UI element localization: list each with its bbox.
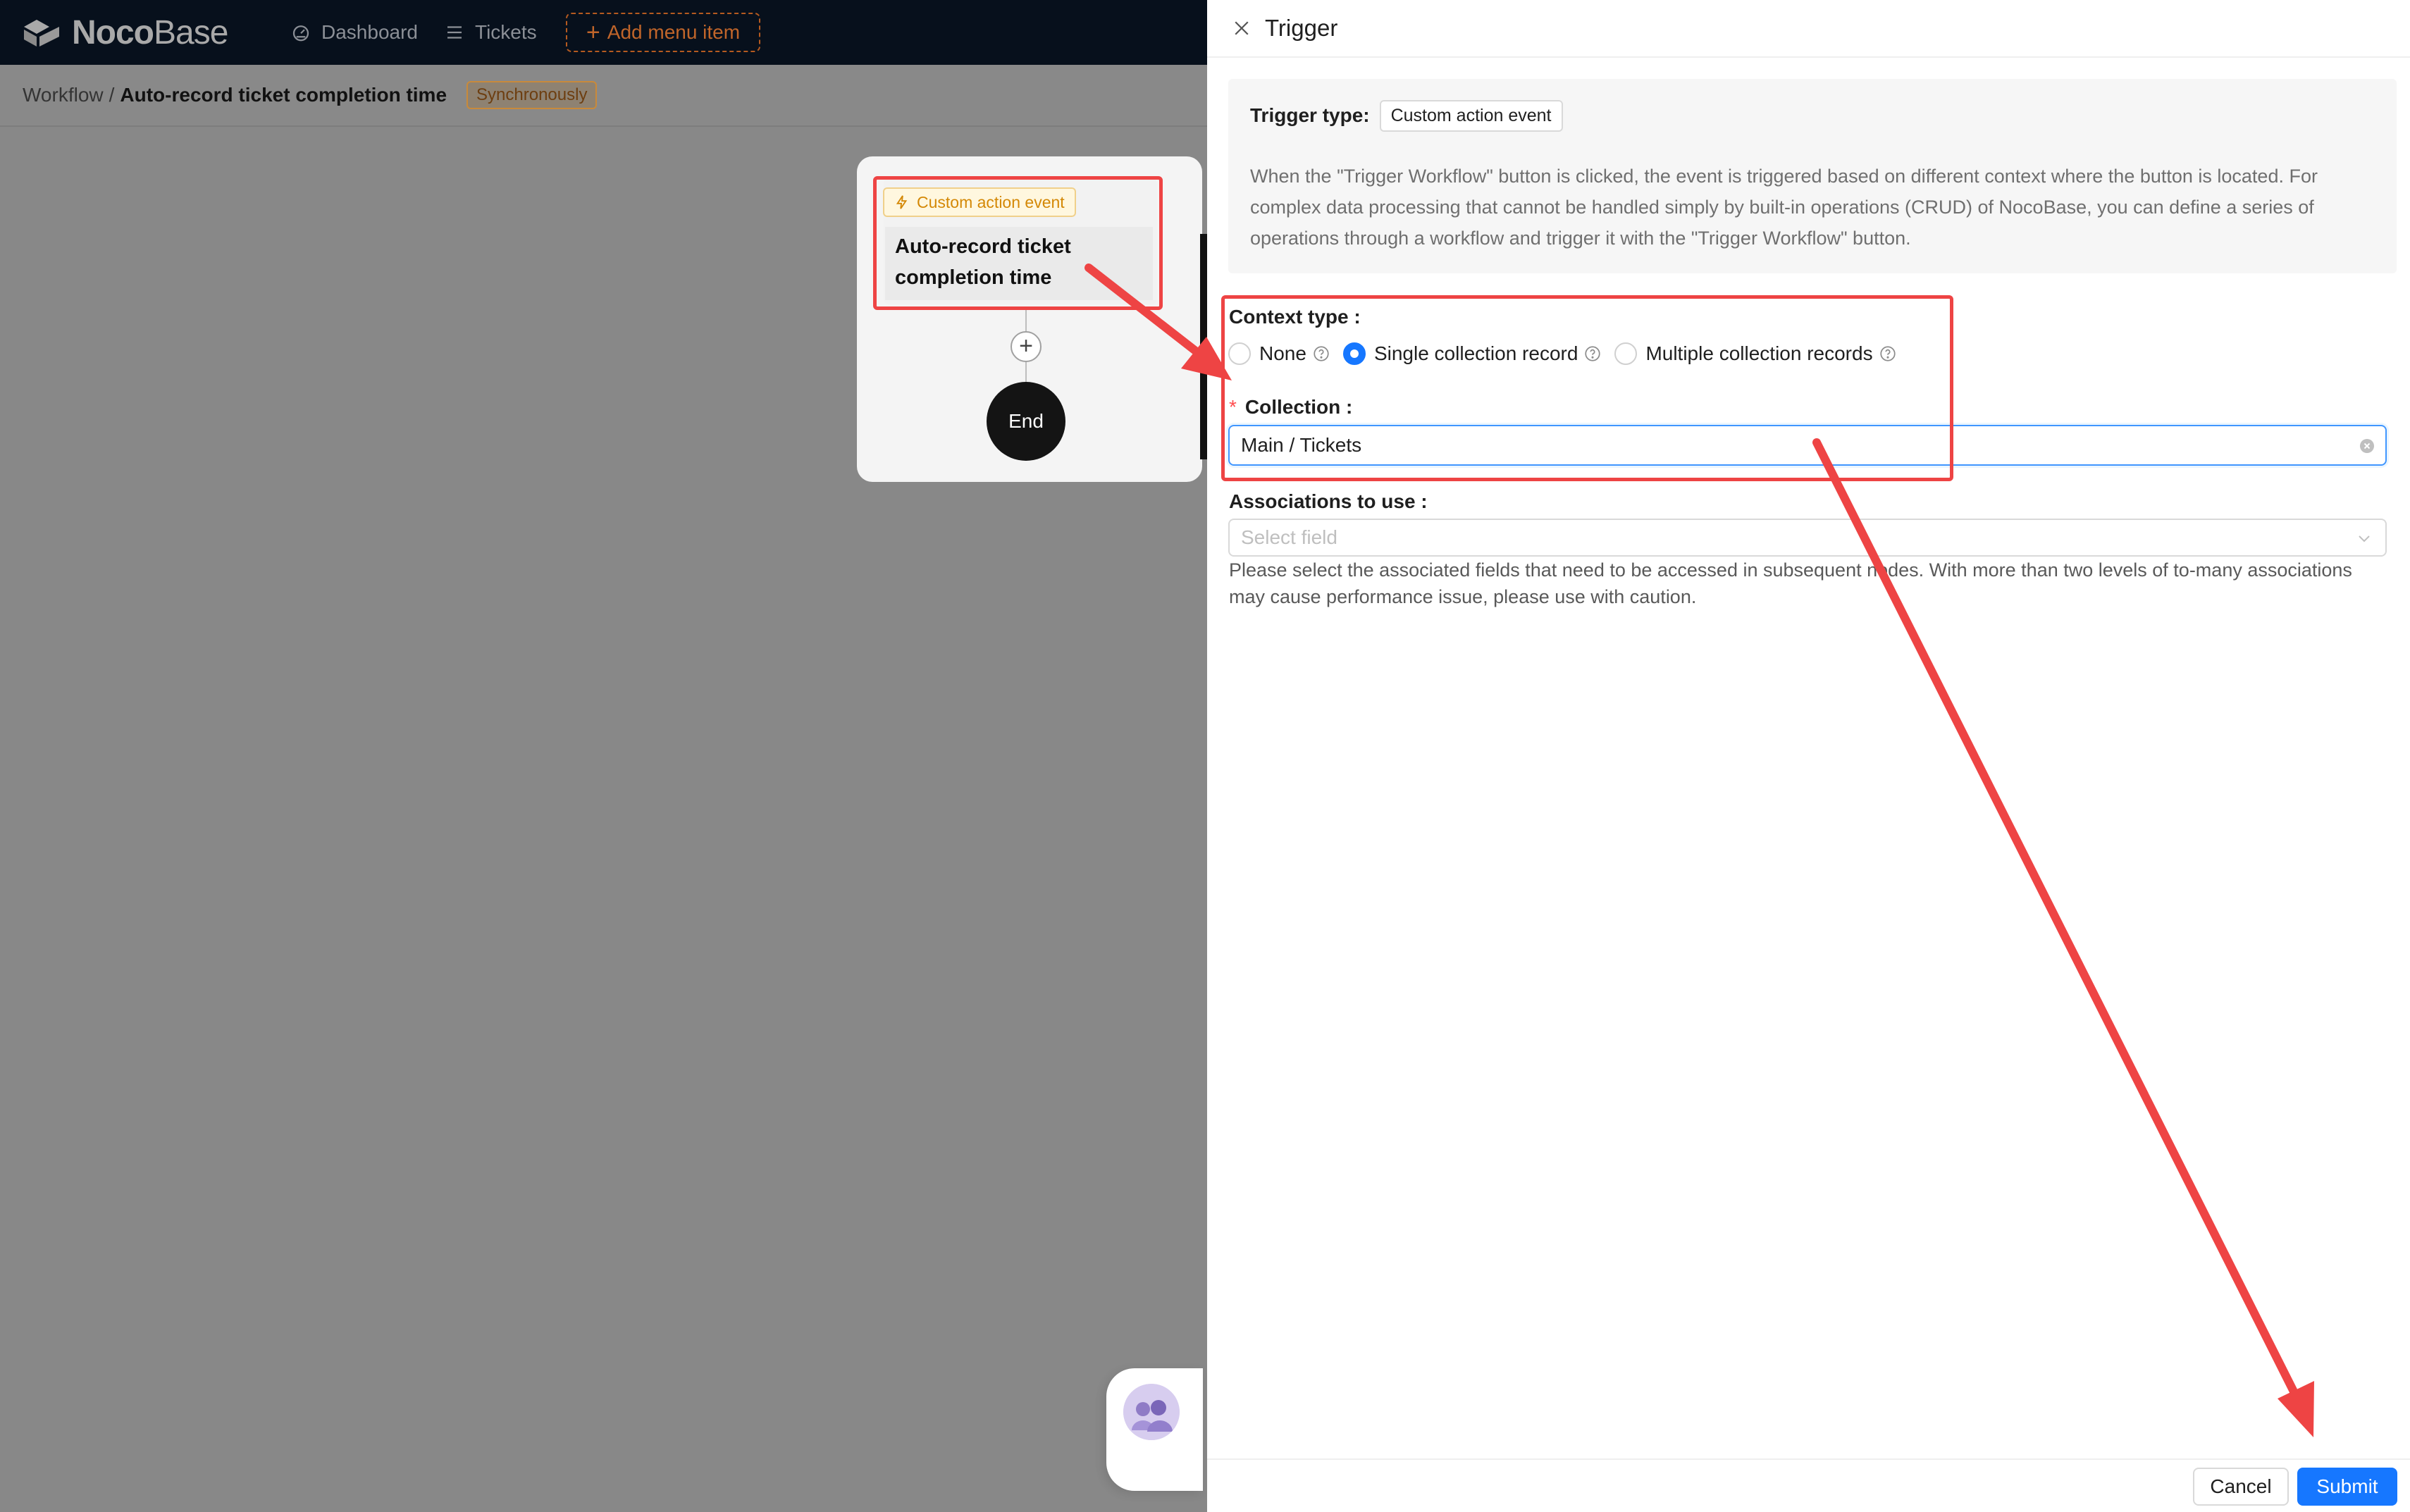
ai-assistant-avatar-icon[interactable] bbox=[1123, 1384, 1180, 1440]
chevron-down-icon bbox=[2359, 535, 2370, 543]
associations-label-text: Associations to use bbox=[1229, 490, 1416, 512]
associations-select-placeholder: Select field bbox=[1241, 526, 1337, 548]
add-menu-item-button[interactable]: + Add menu item bbox=[566, 13, 760, 52]
breadcrumb-separator: / bbox=[109, 84, 115, 106]
annotation-highlight-trigger-node bbox=[873, 176, 1163, 310]
trigger-type-value: Custom action event bbox=[1379, 99, 1563, 132]
breadcrumb: Workflow / Auto-record ticket completion… bbox=[0, 65, 1207, 127]
nav-item-dashboard[interactable]: Dashboard bbox=[290, 0, 418, 65]
associations-help-text: Please select the associated fields that… bbox=[1229, 559, 2352, 607]
menu-list-icon bbox=[447, 26, 462, 39]
clear-icon[interactable] bbox=[2359, 438, 2375, 454]
end-node: End bbox=[987, 382, 1065, 461]
trigger-description: When the "Trigger Workflow" button is cl… bbox=[1250, 166, 2318, 249]
drawer-footer-divider bbox=[1207, 1458, 2410, 1460]
drawer-title: Trigger bbox=[1265, 15, 1338, 41]
trigger-type-label: Trigger type: bbox=[1250, 104, 1370, 126]
trigger-drawer: Trigger Trigger type: Custom action even… bbox=[1207, 0, 2410, 1512]
add-node-button[interactable]: + bbox=[1011, 331, 1042, 362]
nav-item-tickets[interactable]: Tickets bbox=[444, 0, 537, 65]
logo-text: NocoBase bbox=[72, 13, 228, 52]
close-icon[interactable] bbox=[1231, 18, 1252, 39]
nav-tickets-label: Tickets bbox=[475, 21, 537, 43]
top-navigation-bar: NocoBase Dashboard Tickets + Add menu it… bbox=[0, 0, 1207, 65]
workflow-card-edge bbox=[1200, 234, 1207, 459]
associations-select[interactable]: Select field bbox=[1228, 519, 2387, 557]
associations-label: Associations to use : bbox=[1229, 490, 1428, 512]
trigger-type-row: Trigger type: Custom action event bbox=[1250, 99, 1563, 132]
breadcrumb-current-title: Auto-record ticket completion time bbox=[120, 84, 447, 106]
plus-icon: + bbox=[586, 19, 600, 46]
logo-text-light: Base bbox=[154, 13, 228, 51]
sync-mode-badge: Synchronously bbox=[466, 81, 598, 109]
drawer-header: Trigger bbox=[1207, 0, 2410, 58]
nocobase-logo[interactable]: NocoBase bbox=[21, 13, 228, 52]
cancel-button[interactable]: Cancel bbox=[2193, 1468, 2289, 1506]
add-menu-item-label: Add menu item bbox=[607, 21, 741, 43]
submit-button[interactable]: Submit bbox=[2297, 1468, 2397, 1506]
annotation-highlight-context-fields bbox=[1221, 295, 1953, 481]
breadcrumb-workflow-link[interactable]: Workflow bbox=[23, 84, 104, 106]
dashboard-icon bbox=[292, 25, 309, 42]
nav-dashboard-label: Dashboard bbox=[321, 21, 418, 43]
logo-text-bold: Noco bbox=[72, 13, 154, 51]
logo-icon bbox=[24, 20, 59, 47]
